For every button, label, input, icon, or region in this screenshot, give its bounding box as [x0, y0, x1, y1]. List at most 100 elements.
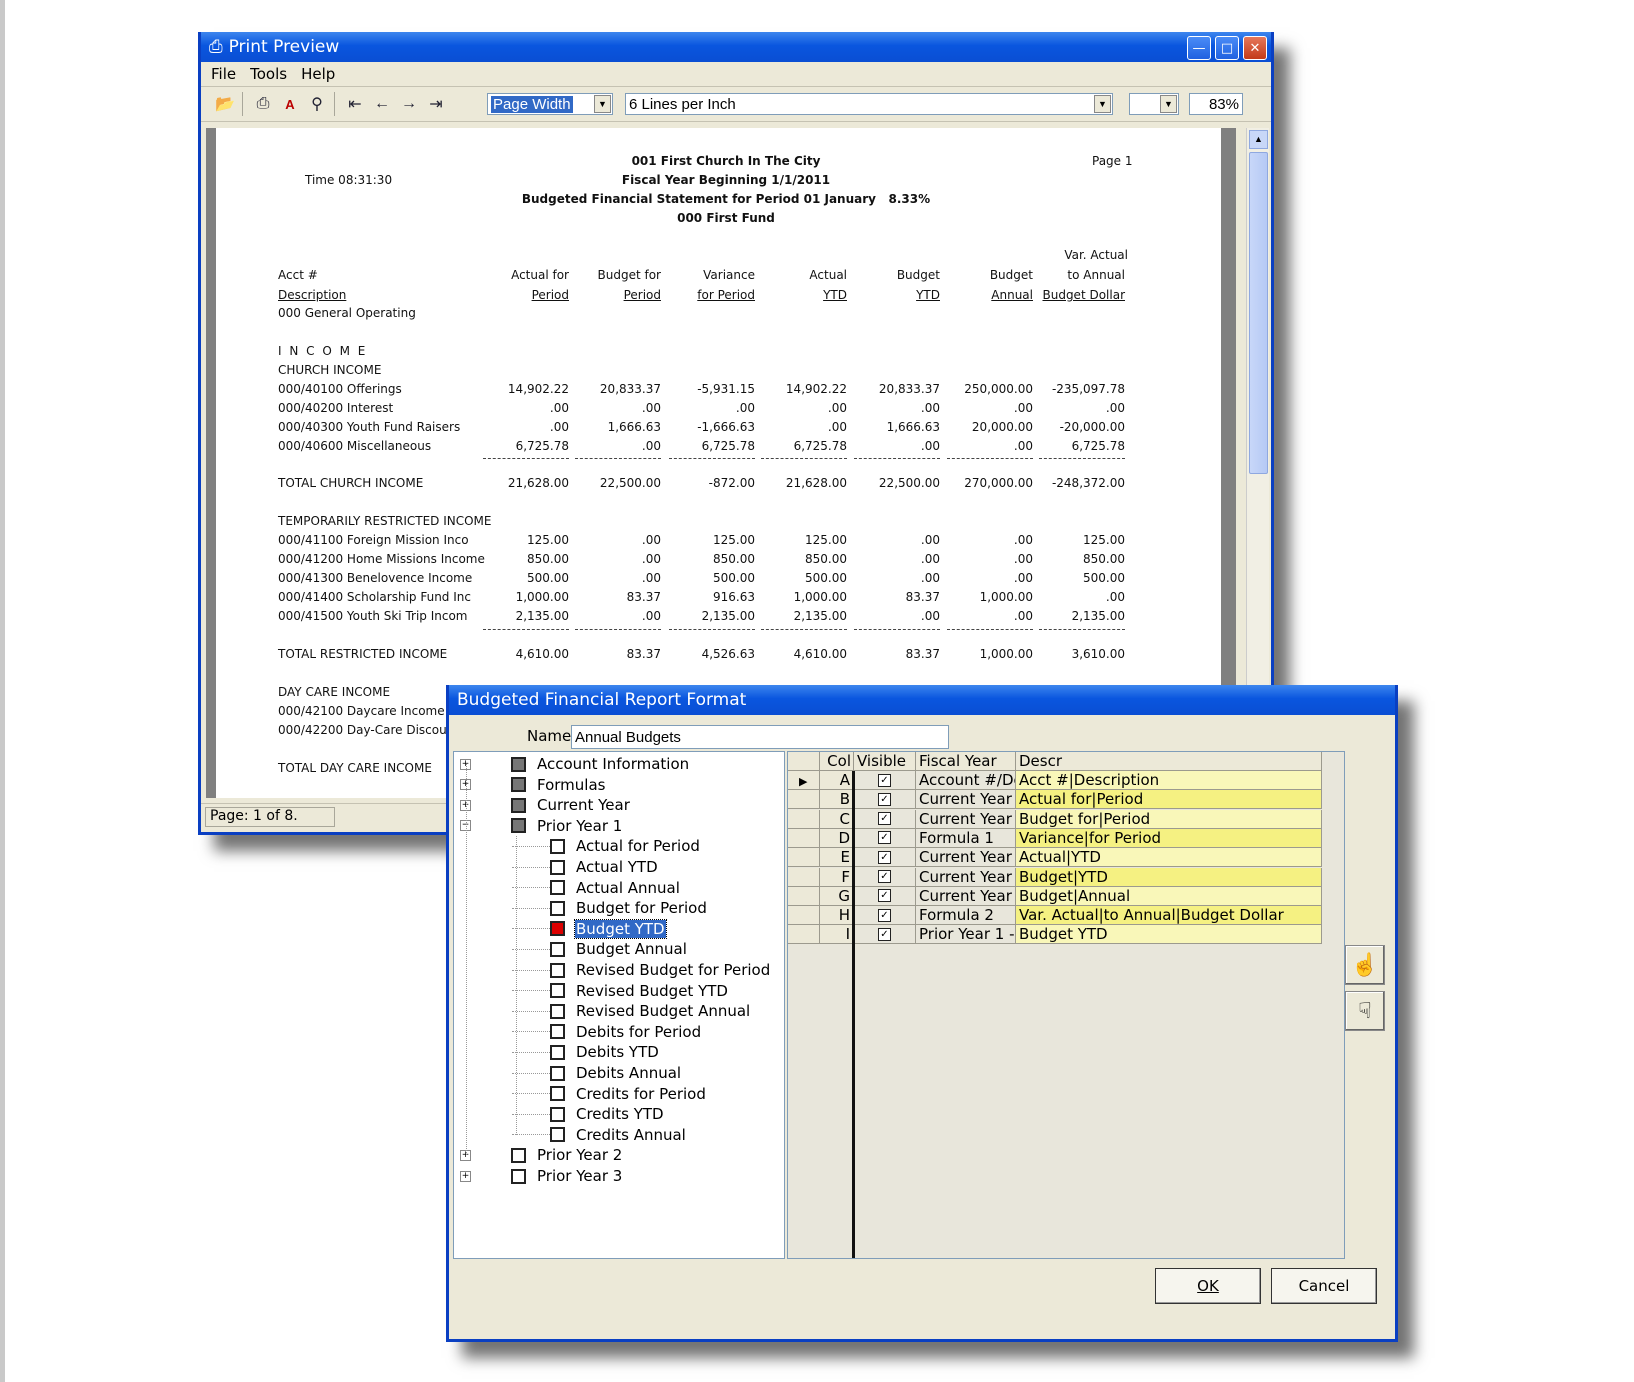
- lines-per-inch-select[interactable]: 6 Lines per Inch ▼: [625, 93, 1113, 115]
- checkbox-icon[interactable]: [550, 921, 565, 937]
- checkbox-icon[interactable]: [550, 983, 565, 999]
- row-indicator[interactable]: [788, 867, 820, 887]
- zoom-percent-field[interactable]: 83%: [1189, 93, 1243, 115]
- print-preview-titlebar[interactable]: ⎙ Print Preview — □ ✕: [201, 32, 1271, 62]
- chevron-down-icon[interactable]: ▼: [1094, 95, 1111, 113]
- row-indicator[interactable]: [788, 809, 820, 829]
- dialog-titlebar[interactable]: Budgeted Financial Report Format: [449, 685, 1395, 715]
- tree-node[interactable]: Actual Annual: [512, 878, 681, 898]
- cancel-button[interactable]: Cancel: [1271, 1268, 1377, 1304]
- grid-descr[interactable]: Variance|for Period: [1016, 828, 1322, 848]
- grid-fiscal-year[interactable]: Formula 2: [916, 906, 1016, 926]
- grid-visible-cell[interactable]: ✓: [854, 848, 916, 868]
- checkbox-icon[interactable]: [550, 1086, 565, 1102]
- tree-node[interactable]: Debits for Period: [512, 1022, 702, 1042]
- grid-visible-cell[interactable]: ✓: [854, 886, 916, 906]
- grid-fiscal-year[interactable]: Prior Year 1 - Bu: [916, 925, 1016, 945]
- scroll-thumb[interactable]: [1249, 152, 1268, 474]
- tree-node[interactable]: Revised Budget YTD: [512, 981, 729, 1001]
- tree-node[interactable]: + Formulas: [460, 775, 606, 795]
- menu-file[interactable]: File: [211, 65, 236, 83]
- tree-node[interactable]: + Current Year: [460, 795, 631, 815]
- find-icon[interactable]: ⚲: [305, 92, 329, 116]
- grid-visible-cell[interactable]: ✓: [854, 790, 916, 810]
- checked-icon[interactable]: ✓: [878, 850, 891, 864]
- chevron-down-icon[interactable]: ▼: [1160, 95, 1177, 113]
- checkbox-icon[interactable]: [550, 962, 565, 978]
- grid-descr[interactable]: Budget|Annual: [1016, 886, 1322, 906]
- tree-node[interactable]: Debits YTD: [512, 1042, 660, 1062]
- checkbox-icon[interactable]: [550, 941, 565, 957]
- checked-icon[interactable]: ✓: [878, 889, 891, 903]
- field-tree[interactable]: + Account Information + Formulas + Current Ye…: [453, 751, 785, 1259]
- grid-header[interactable]: Descr: [1016, 752, 1322, 771]
- grid-visible-cell[interactable]: ✓: [854, 771, 916, 790]
- grid-visible-cell[interactable]: ✓: [854, 828, 916, 848]
- menu-tools[interactable]: Tools: [250, 65, 287, 83]
- checkbox-icon[interactable]: [511, 1147, 526, 1163]
- tree-node[interactable]: + Prior Year 3: [460, 1166, 623, 1186]
- tree-node[interactable]: Credits YTD: [512, 1104, 665, 1124]
- tree-node[interactable]: Budget YTD: [512, 918, 667, 939]
- zoom-mode-select[interactable]: Page Width ▼: [487, 93, 613, 115]
- grid-descr[interactable]: Budget YTD: [1016, 925, 1322, 945]
- grid-fiscal-year[interactable]: Current Year - A: [916, 790, 1016, 810]
- grid-fiscal-year[interactable]: Account #/Des: [916, 771, 1016, 790]
- checked-icon[interactable]: ✓: [878, 908, 891, 922]
- checkbox-icon[interactable]: [511, 797, 526, 813]
- tree-node[interactable]: Revised Budget Annual: [512, 1001, 751, 1021]
- next-page-icon[interactable]: →: [397, 92, 421, 116]
- move-down-hand-icon[interactable]: ☟: [1345, 991, 1385, 1031]
- tree-node[interactable]: Credits for Period: [512, 1084, 707, 1104]
- tree-node[interactable]: Credits Annual: [512, 1125, 687, 1145]
- expand-icon[interactable]: +: [460, 1170, 471, 1182]
- grid-descr[interactable]: Budget|YTD: [1016, 867, 1322, 887]
- row-indicator[interactable]: [788, 886, 820, 906]
- checked-icon[interactable]: ✓: [878, 812, 891, 826]
- checked-icon[interactable]: ✓: [878, 927, 891, 941]
- checkbox-icon[interactable]: [550, 900, 565, 916]
- checkbox-icon[interactable]: [550, 838, 565, 854]
- tree-node[interactable]: Debits Annual: [512, 1063, 682, 1083]
- name-input[interactable]: Annual Budgets: [571, 725, 949, 749]
- grid-header[interactable]: Visible: [854, 752, 916, 771]
- row-indicator[interactable]: [788, 848, 820, 868]
- tree-node[interactable]: Actual YTD: [512, 857, 659, 877]
- tree-node[interactable]: Budget for Period: [512, 898, 708, 918]
- grid-fiscal-year[interactable]: Current Year - F: [916, 886, 1016, 906]
- grid-header[interactable]: Col: [820, 752, 854, 771]
- print-icon[interactable]: ⎙: [251, 92, 275, 116]
- checkbox-icon[interactable]: [550, 1003, 565, 1019]
- tree-node[interactable]: Revised Budget for Period: [512, 960, 771, 980]
- checked-icon[interactable]: ✓: [878, 773, 891, 787]
- close-button[interactable]: ✕: [1243, 36, 1267, 60]
- grid-visible-cell[interactable]: ✓: [854, 809, 916, 829]
- extra-select[interactable]: ▼: [1129, 93, 1179, 115]
- column-grid[interactable]: Col Visible Fiscal Year Descr ▶ A ✓ Account #/D…: [787, 751, 1345, 1259]
- checkbox-icon[interactable]: [511, 818, 526, 834]
- first-page-icon[interactable]: ⇤: [343, 92, 367, 116]
- tree-node[interactable]: − Prior Year 1: [460, 816, 623, 836]
- checkbox-icon[interactable]: [550, 1127, 565, 1143]
- grid-descr[interactable]: Acct #|Description: [1016, 771, 1322, 790]
- grid-visible-cell[interactable]: ✓: [854, 906, 916, 926]
- menu-help[interactable]: Help: [301, 65, 335, 83]
- grid-header[interactable]: Fiscal Year: [916, 752, 1016, 771]
- row-indicator[interactable]: [788, 906, 820, 926]
- row-indicator[interactable]: [788, 828, 820, 848]
- chevron-down-icon[interactable]: ▼: [594, 95, 611, 113]
- font-icon[interactable]: A: [278, 92, 302, 116]
- tree-node[interactable]: Budget Annual: [512, 939, 688, 959]
- grid-descr[interactable]: Budget for|Period: [1016, 809, 1322, 829]
- ok-button[interactable]: OK: [1155, 1268, 1261, 1304]
- tree-node[interactable]: + Account Information: [460, 754, 690, 774]
- grid-fiscal-year[interactable]: Current Year - F: [916, 809, 1016, 829]
- checkbox-icon[interactable]: [550, 1106, 565, 1122]
- checkbox-icon[interactable]: [511, 777, 526, 793]
- checkbox-icon[interactable]: [511, 756, 526, 772]
- checked-icon[interactable]: ✓: [878, 870, 891, 883]
- tree-node[interactable]: Actual for Period: [512, 836, 701, 856]
- open-icon[interactable]: 📂: [213, 92, 237, 116]
- grid-descr[interactable]: Actual for|Period: [1016, 790, 1322, 810]
- row-indicator[interactable]: [788, 925, 820, 945]
